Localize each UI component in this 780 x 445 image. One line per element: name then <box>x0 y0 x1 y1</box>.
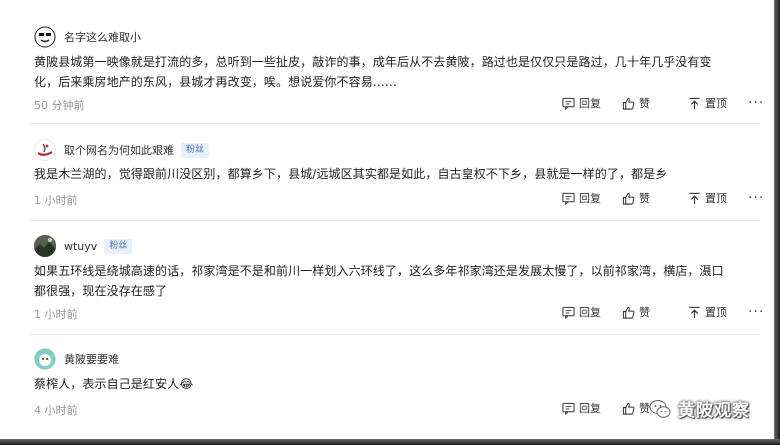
teal-cartoon-avatar-icon <box>34 348 56 370</box>
like-button[interactable]: 赞 <box>622 304 688 320</box>
pin-top-label: 置顶 <box>705 192 727 205</box>
like-label: 赞 <box>639 97 650 110</box>
pin-top-label: 置顶 <box>705 306 727 319</box>
avatar[interactable] <box>34 139 56 161</box>
reply-icon <box>562 192 575 205</box>
reply-button[interactable]: 回复 <box>562 95 622 111</box>
reply-label: 回复 <box>579 97 601 110</box>
username[interactable]: wtuyv <box>64 240 97 253</box>
pin-top-icon <box>689 306 700 318</box>
like-button[interactable]: 赞 <box>622 95 688 111</box>
thumbs-up-icon <box>622 192 635 205</box>
reply-label: 回复 <box>579 402 601 415</box>
comment-actions: 回复 赞 <box>562 400 650 416</box>
reply-label: 回复 <box>579 306 601 319</box>
pin-top-icon <box>689 97 700 109</box>
reply-label: 回复 <box>579 192 601 205</box>
comment-actions: 回复 赞 置顶 ··· <box>562 190 764 206</box>
thumbs-up-icon <box>622 402 635 415</box>
fan-badge: 粉丝 <box>181 142 210 158</box>
comment-text: 我是木兰湖的，觉得跟前川没区别，都算乡下，县城/远城区其实都是如此，自古皇权不下… <box>34 167 668 181</box>
divider <box>30 220 760 221</box>
divider <box>30 123 760 124</box>
thumbs-up-icon <box>622 306 635 319</box>
avatar[interactable] <box>34 235 56 257</box>
more-icon: ··· <box>748 95 765 111</box>
reply-icon <box>562 97 575 110</box>
avatar[interactable] <box>34 348 56 370</box>
comment-header: wtuyv 粉丝 <box>34 235 133 257</box>
more-options-button[interactable]: ··· <box>748 304 765 320</box>
comment-text: 蔡榨人，表示自己是红安人😂 <box>34 377 194 391</box>
landscape-photo-avatar-icon <box>34 235 56 257</box>
comment-actions: 回复 赞 置顶 ··· <box>562 95 764 111</box>
reply-icon <box>562 306 575 319</box>
comment-text: 如果五环线是绕城高速的话，祁家湾是不是和前川一样划入六环线了，这么多年祁家湾还是… <box>34 264 724 298</box>
comment-header: 黄陂要要难 <box>34 348 119 370</box>
reply-button[interactable]: 回复 <box>562 304 622 320</box>
red-abstract-avatar-icon <box>34 139 56 161</box>
reply-icon <box>562 402 575 415</box>
username[interactable]: 黄陂要要难 <box>64 351 119 367</box>
like-button[interactable]: 赞 <box>622 190 688 206</box>
username[interactable]: 取个网名为何如此艰难 <box>64 142 174 158</box>
comment-actions: 回复 赞 置顶 ··· <box>562 304 764 320</box>
pin-top-button[interactable]: 置顶 <box>688 95 748 111</box>
pin-top-button[interactable]: 置顶 <box>688 304 748 320</box>
wechat-icon <box>649 399 671 418</box>
comment-header: 取个网名为何如此艰难 粉丝 <box>34 139 210 161</box>
watermark-text: 黄陂观察 <box>678 401 750 421</box>
like-label: 赞 <box>639 306 650 319</box>
more-icon: ··· <box>748 304 765 320</box>
more-options-button[interactable]: ··· <box>748 190 765 206</box>
comment-header: 名字这么难取小 <box>34 26 141 48</box>
comment-time: 1 小时前 <box>34 308 78 321</box>
comment-feed: 名字这么难取小 黄陂县城第一映像就是打流的多，总听到一些扯皮，敲诈的事，成年后从… <box>0 0 780 445</box>
reply-button[interactable]: 回复 <box>562 400 622 416</box>
divider <box>30 334 760 335</box>
pin-top-button[interactable]: 置顶 <box>688 190 748 206</box>
cartoon-avatar-icon <box>34 26 56 48</box>
username[interactable]: 名字这么难取小 <box>64 29 141 45</box>
comment-time: 1 小时前 <box>34 194 78 207</box>
like-label: 赞 <box>639 192 650 205</box>
comment-time: 50 分钟前 <box>34 99 85 112</box>
comment-text: 黄陂县城第一映像就是打流的多，总听到一些扯皮，敲诈的事，成年后从不去黄陂，路过也… <box>34 55 712 89</box>
more-icon: ··· <box>748 190 765 206</box>
watermark: 黄陂观察 <box>648 396 750 421</box>
thumbs-up-icon <box>622 97 635 110</box>
reply-button[interactable]: 回复 <box>562 190 622 206</box>
avatar[interactable] <box>34 26 56 48</box>
pin-top-icon <box>689 192 700 204</box>
comment-time: 4 小时前 <box>34 404 78 417</box>
pin-top-label: 置顶 <box>705 97 727 110</box>
more-options-button[interactable]: ··· <box>748 95 765 111</box>
fan-badge: 粉丝 <box>104 238 133 254</box>
like-button[interactable]: 赞 <box>622 400 650 416</box>
